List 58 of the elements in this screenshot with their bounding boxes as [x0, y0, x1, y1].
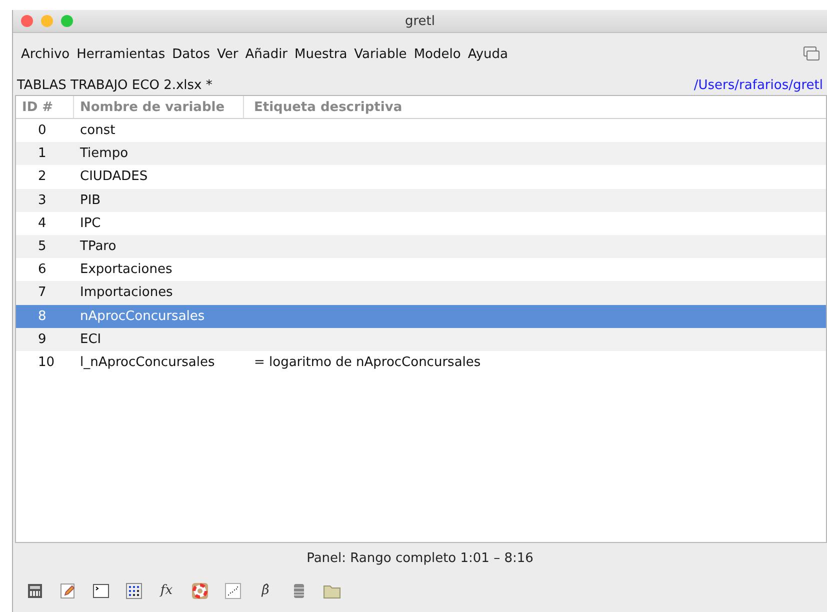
folder-icon: [322, 582, 340, 598]
status-text: Panel: Rango completo 1:01 – 8:16: [306, 550, 534, 566]
windows-icon[interactable]: [803, 46, 821, 62]
id-cell-text: 6: [37, 262, 48, 278]
path-link[interactable]: /Users/rafarios/gretl: [694, 78, 823, 92]
menu-item[interactable]: Ayuda: [468, 46, 514, 62]
table-row[interactable]: 1 Tiempo: [16, 142, 826, 166]
pencil-icon: [60, 582, 76, 598]
variable-name: ECI: [79, 332, 102, 347]
menu-item[interactable]: Modelo: [414, 46, 467, 62]
close-button[interactable]: [21, 15, 33, 27]
variable-name: Importaciones: [79, 285, 174, 300]
variable-name: Tiempo: [79, 146, 130, 162]
id-cell-text: 5: [37, 239, 48, 254]
column-header[interactable]: Etiqueta descriptiva: [244, 96, 826, 118]
variable-name: PIB: [79, 192, 102, 208]
terminal-icon: [92, 582, 108, 598]
id-cell-text: 1: [37, 146, 48, 162]
variable-label: = logaritmo de nAprocConcursales: [253, 354, 482, 370]
toolbar-button[interactable]: fx: [157, 581, 176, 600]
id-cell-text: 10: [37, 354, 56, 370]
window-title: gretl: [404, 14, 436, 28]
menu-item[interactable]: Archivo: [21, 46, 76, 62]
menu-item[interactable]: Muestra: [294, 46, 354, 62]
menu-item[interactable]: Añadir: [245, 46, 294, 62]
id-cell-text: 9: [37, 332, 48, 347]
id-cell-text: 3: [37, 192, 48, 208]
lifebuoy-icon: [190, 582, 208, 600]
id-cell-text: 0: [37, 123, 48, 138]
variable-name: l_nAprocConcursales: [79, 354, 216, 370]
scatter-plot-icon: [224, 582, 240, 598]
menu-item[interactable]: Herramientas: [76, 46, 172, 62]
table-row[interactable]: 7 Importaciones: [16, 281, 826, 304]
file-name: TABLAS TRABAJO ECO 2.xlsx *: [17, 78, 212, 92]
variable-name: nAprocConcursales: [79, 308, 206, 324]
column-header[interactable]: ID #: [16, 96, 74, 118]
variable-name: IPC: [79, 216, 102, 231]
table-row[interactable]: 5 TParo: [16, 234, 826, 258]
id-cell-text: 8: [37, 308, 48, 324]
toolbar-button[interactable]: β̂: [256, 581, 275, 600]
table-row[interactable]: 3 PIB: [16, 188, 826, 212]
calculator-icon: [26, 582, 42, 598]
column-header[interactable]: Nombre de variable: [74, 96, 244, 118]
zoom-button[interactable]: [61, 15, 73, 27]
variable-name: TParo: [79, 239, 118, 254]
menu-item[interactable]: Ver: [216, 46, 244, 62]
matrix-icon: [126, 582, 142, 598]
variable-name: const: [79, 123, 116, 138]
menu-item[interactable]: Variable: [354, 46, 413, 62]
table-row[interactable]: 9 ECI: [16, 328, 826, 351]
database-icon: [292, 582, 306, 598]
id-cell-text: 7: [37, 285, 48, 300]
minimize-button[interactable]: [41, 15, 53, 27]
variable-name: Exportaciones: [79, 262, 174, 278]
variable-name: CIUDADES: [79, 169, 149, 184]
id-cell-text: 4: [37, 216, 48, 231]
id-cell-text: 2: [37, 169, 48, 184]
menu-item[interactable]: Datos: [172, 46, 216, 62]
